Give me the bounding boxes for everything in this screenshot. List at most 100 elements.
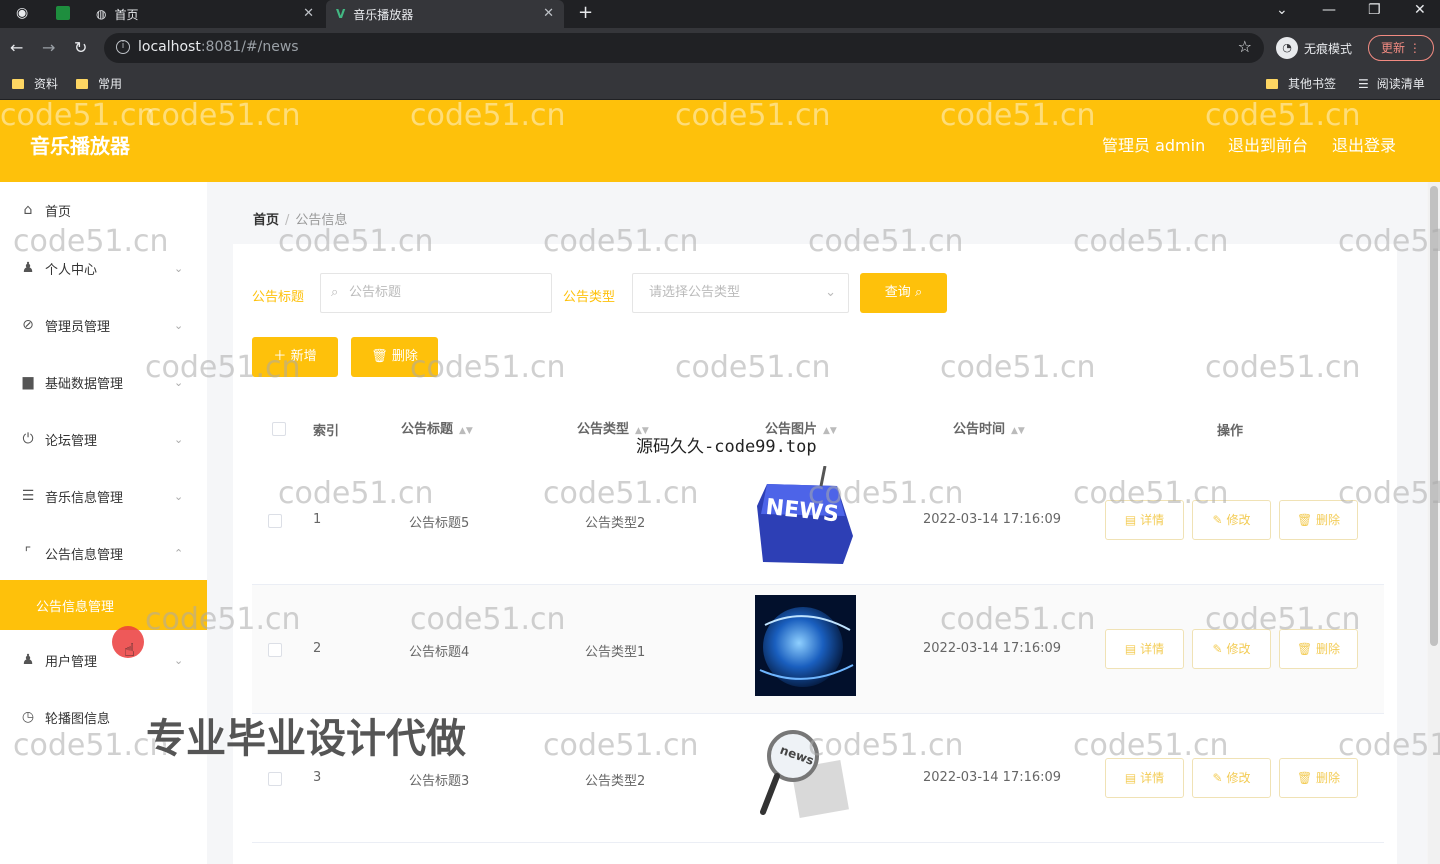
forward-icon[interactable]: → bbox=[42, 38, 55, 57]
detail-button[interactable]: ▤ 详情 bbox=[1105, 629, 1184, 669]
scrollbar[interactable] bbox=[1428, 182, 1440, 864]
add-button[interactable]: ＋ 新增 bbox=[252, 337, 338, 377]
sort-icon: ▲▼ bbox=[823, 426, 837, 436]
sidebar-item-home[interactable]: ⌂ 首页 bbox=[0, 190, 207, 230]
cell-index: 3 bbox=[313, 770, 322, 785]
cell-title: 公告标题3 bbox=[409, 774, 470, 789]
edit-button[interactable]: ✎ 修改 bbox=[1192, 500, 1271, 540]
column-time[interactable]: 公告时间 ▲▼ bbox=[953, 418, 1025, 437]
chevron-down-icon: ⌄ bbox=[174, 318, 184, 332]
chevron-down-icon: ⌄ bbox=[174, 375, 184, 389]
folder-icon bbox=[12, 78, 24, 89]
search-input[interactable]: ⌕ 公告标题 bbox=[320, 273, 552, 313]
data-icon: ▆ bbox=[22, 374, 34, 390]
sidebar-item-basic-data[interactable]: ▆ 基础数据管理 ⌄ bbox=[0, 362, 207, 402]
restore-icon[interactable]: ❐ bbox=[1368, 2, 1381, 18]
folder-icon bbox=[76, 78, 88, 89]
magnifier-news-image: news bbox=[755, 724, 856, 825]
trash-icon: 🗑 bbox=[1296, 513, 1313, 527]
edit-button[interactable]: ✎ 修改 bbox=[1192, 629, 1271, 669]
sidebar-item-label: 论坛管理 bbox=[45, 433, 98, 449]
detail-button[interactable]: ▤ 详情 bbox=[1105, 500, 1184, 540]
edit-icon: ✎ bbox=[1212, 642, 1223, 656]
detail-button[interactable]: ▤ 详情 bbox=[1105, 758, 1184, 798]
filter-title-label: 公告标题 bbox=[252, 290, 305, 305]
sidebar-item-users[interactable]: ♟ 用户管理 ⌄ bbox=[0, 640, 207, 680]
close-icon[interactable]: ✕ bbox=[543, 6, 554, 21]
edit-icon: ✎ bbox=[1212, 771, 1223, 785]
row-checkbox[interactable] bbox=[268, 772, 282, 786]
logout-link[interactable]: 退出登录 bbox=[1332, 132, 1396, 156]
incognito-icon: ◔ bbox=[1276, 37, 1298, 59]
chevron-down-icon: ⌄ bbox=[174, 432, 184, 446]
trash-icon: 🗑 bbox=[1296, 771, 1313, 785]
batch-delete-button[interactable]: 🗑 删除 bbox=[351, 337, 438, 377]
tab-music-player[interactable]: V 音乐播放器 ✕ bbox=[326, 0, 564, 28]
bookmarks-bar: 资料 常用 其他书签 ☰ 阅读清单 bbox=[0, 68, 1440, 100]
delete-button[interactable]: 🗑 删除 bbox=[1279, 758, 1358, 798]
reading-list[interactable]: ☰ 阅读清单 bbox=[1358, 75, 1425, 92]
back-icon[interactable]: ← bbox=[10, 38, 23, 57]
column-index: 索引 bbox=[313, 424, 340, 439]
sidebar-item-profile[interactable]: ♟ 个人中心 ⌄ bbox=[0, 248, 207, 288]
update-button[interactable]: 更新 ⋮ bbox=[1368, 35, 1434, 61]
row-checkbox[interactable] bbox=[268, 643, 282, 657]
chevron-down-icon: ⌄ bbox=[174, 489, 184, 503]
breadcrumb-current: 公告信息 bbox=[295, 213, 348, 228]
url-input[interactable]: i localhost:8081/#/news ☆ bbox=[104, 33, 1264, 63]
sidebar-item-admins[interactable]: ⊘ 管理员管理 ⌄ bbox=[0, 305, 207, 345]
document-icon: ▤ bbox=[1124, 642, 1137, 656]
search-icon: ⌕ bbox=[914, 285, 923, 300]
edit-button[interactable]: ✎ 修改 bbox=[1192, 758, 1271, 798]
type-select[interactable]: 请选择公告类型 ⌄ bbox=[632, 273, 849, 313]
reload-icon[interactable]: ↻ bbox=[74, 38, 87, 57]
scrollbar-thumb[interactable] bbox=[1430, 186, 1438, 646]
edit-icon: ✎ bbox=[1212, 513, 1223, 527]
breadcrumb-home[interactable]: 首页 bbox=[253, 213, 279, 228]
delete-button[interactable]: 🗑 删除 bbox=[1279, 629, 1358, 669]
info-icon[interactable]: i bbox=[116, 40, 130, 54]
current-user: 管理员 admin bbox=[1102, 136, 1206, 155]
clock-icon: ◷ bbox=[21, 709, 35, 725]
chevron-down-icon: ⌄ bbox=[174, 261, 184, 275]
bookmark-star-icon[interactable]: ☆ bbox=[1238, 37, 1252, 56]
new-tab-icon[interactable]: + bbox=[578, 2, 593, 23]
list-icon: ☰ bbox=[21, 488, 35, 504]
select-all-checkbox[interactable] bbox=[272, 422, 286, 436]
close-icon[interactable]: ✕ bbox=[303, 6, 314, 21]
browser-app-icon[interactable]: ◉ bbox=[16, 5, 28, 21]
back-to-front-link[interactable]: 退出到前台 bbox=[1228, 132, 1308, 156]
minimize-icon[interactable]: — bbox=[1322, 2, 1336, 18]
cell-type: 公告类型1 bbox=[585, 645, 646, 660]
sidebar-item-music[interactable]: ☰ 音乐信息管理 ⌄ bbox=[0, 476, 207, 516]
compass-icon: ⊘ bbox=[22, 317, 34, 333]
user-icon: ♟ bbox=[21, 260, 35, 276]
sidebar-item-label: 个人中心 bbox=[45, 262, 98, 278]
window-close-icon[interactable]: ✕ bbox=[1414, 2, 1426, 18]
row-checkbox[interactable] bbox=[268, 514, 282, 528]
tab-home[interactable]: ◍ 首页 ✕ bbox=[88, 0, 324, 28]
home-icon: ⌂ bbox=[23, 202, 33, 218]
plus-icon: ＋ bbox=[273, 349, 287, 364]
column-title[interactable]: 公告标题 ▲▼ bbox=[401, 418, 473, 437]
search-placeholder: 公告标题 bbox=[349, 285, 402, 300]
app-favicon-icon[interactable] bbox=[56, 6, 70, 24]
query-button[interactable]: 查询 ⌕ bbox=[860, 273, 947, 313]
sidebar-item-notice[interactable]: ⌜ 公告信息管理 ⌃ bbox=[0, 533, 207, 573]
chevron-down-icon[interactable]: ⌄ bbox=[1276, 2, 1288, 18]
bookmark-folder[interactable]: 资料 bbox=[12, 75, 58, 92]
incognito-indicator[interactable]: ◔ 无痕模式 bbox=[1276, 37, 1352, 59]
other-bookmarks[interactable]: 其他书签 bbox=[1266, 75, 1336, 92]
news-keyboard-image: NEWS bbox=[755, 466, 856, 567]
sidebar-item-label: 首页 bbox=[45, 204, 72, 220]
table-row: 2 公告标题4 公告类型1 2022-03-14 17:16:09 ▤ 详情 ✎… bbox=[252, 585, 1384, 714]
table-row: 1 公告标题5 公告类型2 NEWS 2022-03-14 17:16:09 ▤… bbox=[252, 456, 1384, 585]
sort-icon: ▲▼ bbox=[1011, 426, 1025, 436]
cell-index: 1 bbox=[313, 512, 322, 527]
cell-time: 2022-03-14 17:16:09 bbox=[923, 641, 1062, 656]
browser-tab-bar: ◉ ◍ 首页 ✕ V 音乐播放器 ✕ + ⌄ — ❐ ✕ bbox=[0, 0, 1440, 28]
sidebar-subitem-notice-management[interactable]: 公告信息管理 bbox=[0, 580, 207, 630]
bookmark-folder[interactable]: 常用 bbox=[76, 75, 122, 92]
sidebar-item-forum[interactable]: ⏻ 论坛管理 ⌄ bbox=[0, 419, 207, 459]
delete-button[interactable]: 🗑 删除 bbox=[1279, 500, 1358, 540]
